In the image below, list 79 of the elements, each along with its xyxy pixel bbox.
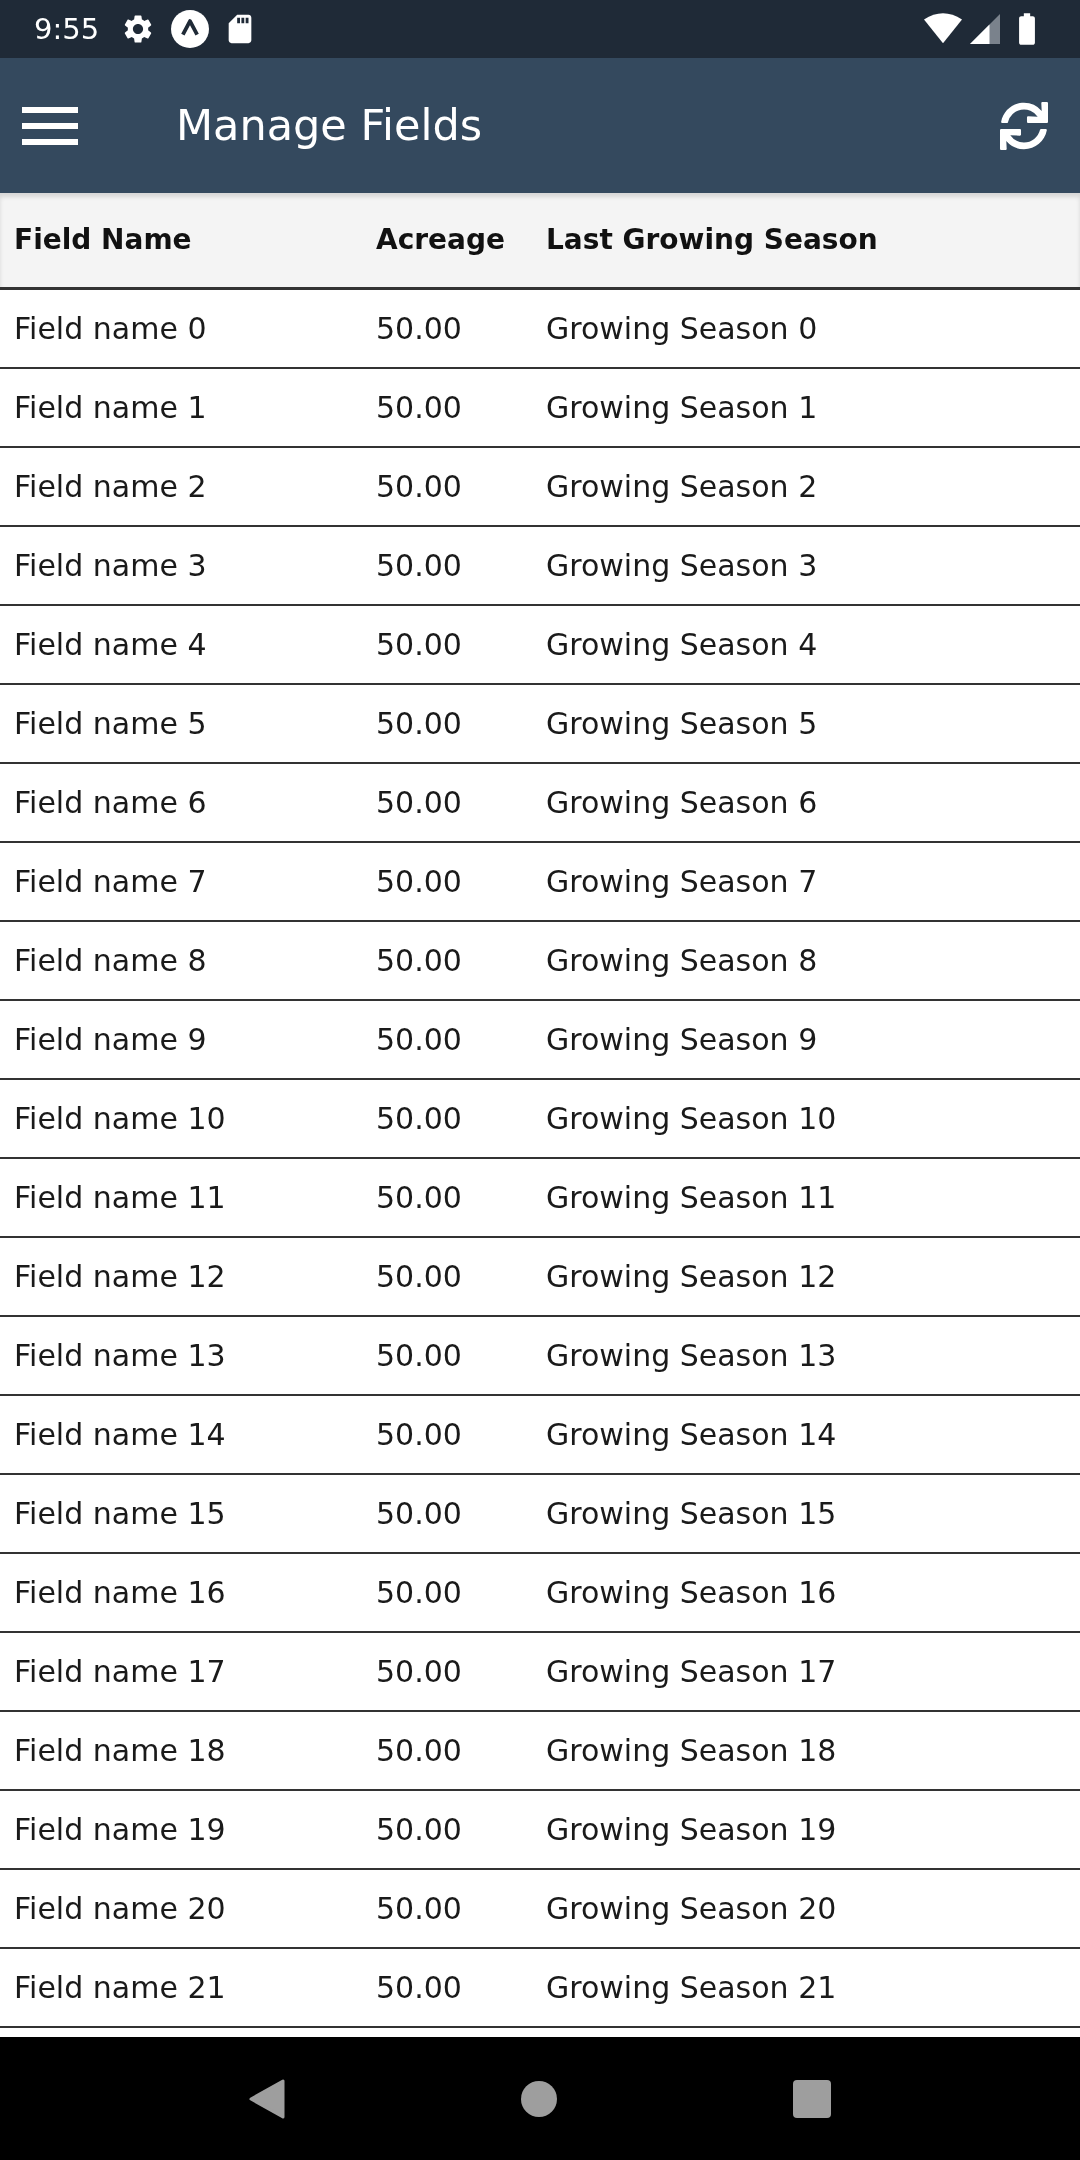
table-cell: Growing Season 7 — [546, 864, 818, 899]
table-cell: Field name 12 — [14, 1259, 226, 1294]
table-cell: Growing Season 11 — [546, 1180, 837, 1215]
notification-circle-icon — [171, 10, 210, 48]
table-cell: 50.00 — [376, 1733, 462, 1768]
table-cell: Field name 21 — [14, 1970, 226, 2005]
table-cell: Field name 3 — [14, 548, 207, 583]
table-cell: Field name 15 — [14, 1496, 226, 1531]
table-cell: 50.00 — [376, 1575, 462, 1610]
column-header: Last Growing Season — [546, 223, 878, 256]
table-cell: Growing Season 8 — [546, 943, 818, 978]
table-cell: 50.00 — [376, 1101, 462, 1136]
table-cell: Growing Season 12 — [546, 1259, 837, 1294]
table-cell: Field name 8 — [14, 943, 207, 978]
table-cell: Growing Season 3 — [546, 548, 818, 583]
table-cell: Growing Season 19 — [546, 1812, 837, 1847]
table-cell: Field name 10 — [14, 1101, 226, 1136]
table-cell: Field name 2 — [14, 469, 207, 504]
table-cell: Field name 20 — [14, 1891, 226, 1926]
refresh-icon — [1000, 101, 1048, 150]
table-cell: Field name 1 — [14, 390, 207, 425]
recents-icon[interactable] — [793, 2079, 831, 2118]
table-cell: Growing Season 21 — [546, 1970, 837, 2005]
table-cell: 50.00 — [376, 1417, 462, 1452]
menu-icon — [22, 106, 78, 145]
table-cell: Growing Season 20 — [546, 1891, 837, 1926]
table-cell: Growing Season 10 — [546, 1101, 837, 1136]
table-cell: Field name 7 — [14, 864, 207, 899]
table-cell: Field name 18 — [14, 1733, 226, 1768]
table-cell: 50.00 — [376, 548, 462, 583]
table-cell: 50.00 — [376, 1022, 462, 1057]
table-cell: Field name 16 — [14, 1575, 226, 1610]
table-cell: Field name 17 — [14, 1654, 226, 1689]
table-cell: Growing Season 14 — [546, 1417, 837, 1452]
table-cell: Growing Season 16 — [546, 1575, 837, 1610]
table-cell: Growing Season 4 — [546, 627, 818, 662]
table-cell: Growing Season 13 — [546, 1338, 837, 1373]
status-time: 9:55 — [34, 14, 100, 44]
table-cell: 50.00 — [376, 1180, 462, 1215]
table-cell: Growing Season 15 — [546, 1496, 837, 1531]
table-cell: 50.00 — [376, 1496, 462, 1531]
column-header: Acreage — [376, 223, 505, 256]
table-cell: Growing Season 6 — [546, 785, 818, 820]
table-cell: 50.00 — [376, 1812, 462, 1847]
table-cell: 50.00 — [376, 1891, 462, 1926]
wifi-icon — [924, 13, 962, 45]
table-cell: Field name 4 — [14, 627, 207, 662]
table-cell: Growing Season 2 — [546, 469, 818, 504]
column-header: Field Name — [14, 223, 192, 256]
table-cell: 50.00 — [376, 469, 462, 504]
table-cell: Field name 14 — [14, 1417, 226, 1452]
table-cell: Field name 6 — [14, 785, 207, 820]
table-cell: 50.00 — [376, 706, 462, 741]
table-cell: 50.00 — [376, 864, 462, 899]
table-cell: Growing Season 5 — [546, 706, 818, 741]
table-cell: 50.00 — [376, 627, 462, 662]
table-cell: Field name 5 — [14, 706, 207, 741]
table-cell: Growing Season 17 — [546, 1654, 837, 1689]
home-icon[interactable] — [521, 2080, 557, 2117]
table-cell: 50.00 — [376, 1338, 462, 1373]
table-cell: 50.00 — [376, 1654, 462, 1689]
app-title: Manage Fields — [176, 104, 483, 147]
table-cell: Growing Season 0 — [546, 311, 818, 346]
table-cell: 50.00 — [376, 311, 462, 346]
table-cell: 50.00 — [376, 1259, 462, 1294]
table-cell: Field name 0 — [14, 311, 207, 346]
table-cell: 50.00 — [376, 785, 462, 820]
table-cell: Field name 9 — [14, 1022, 207, 1057]
signal-icon — [970, 14, 1000, 44]
table-cell: Growing Season 18 — [546, 1733, 837, 1768]
table-cell: Growing Season 9 — [546, 1022, 818, 1057]
table-cell: Growing Season 1 — [546, 390, 818, 425]
table-cell: Field name 11 — [14, 1180, 226, 1215]
back-icon[interactable] — [249, 2078, 285, 2119]
table-cell: 50.00 — [376, 943, 462, 978]
table-cell: Field name 13 — [14, 1338, 226, 1373]
table-cell: Field name 19 — [14, 1812, 226, 1847]
table-cell: 50.00 — [376, 1970, 462, 2005]
table-cell: 50.00 — [376, 390, 462, 425]
